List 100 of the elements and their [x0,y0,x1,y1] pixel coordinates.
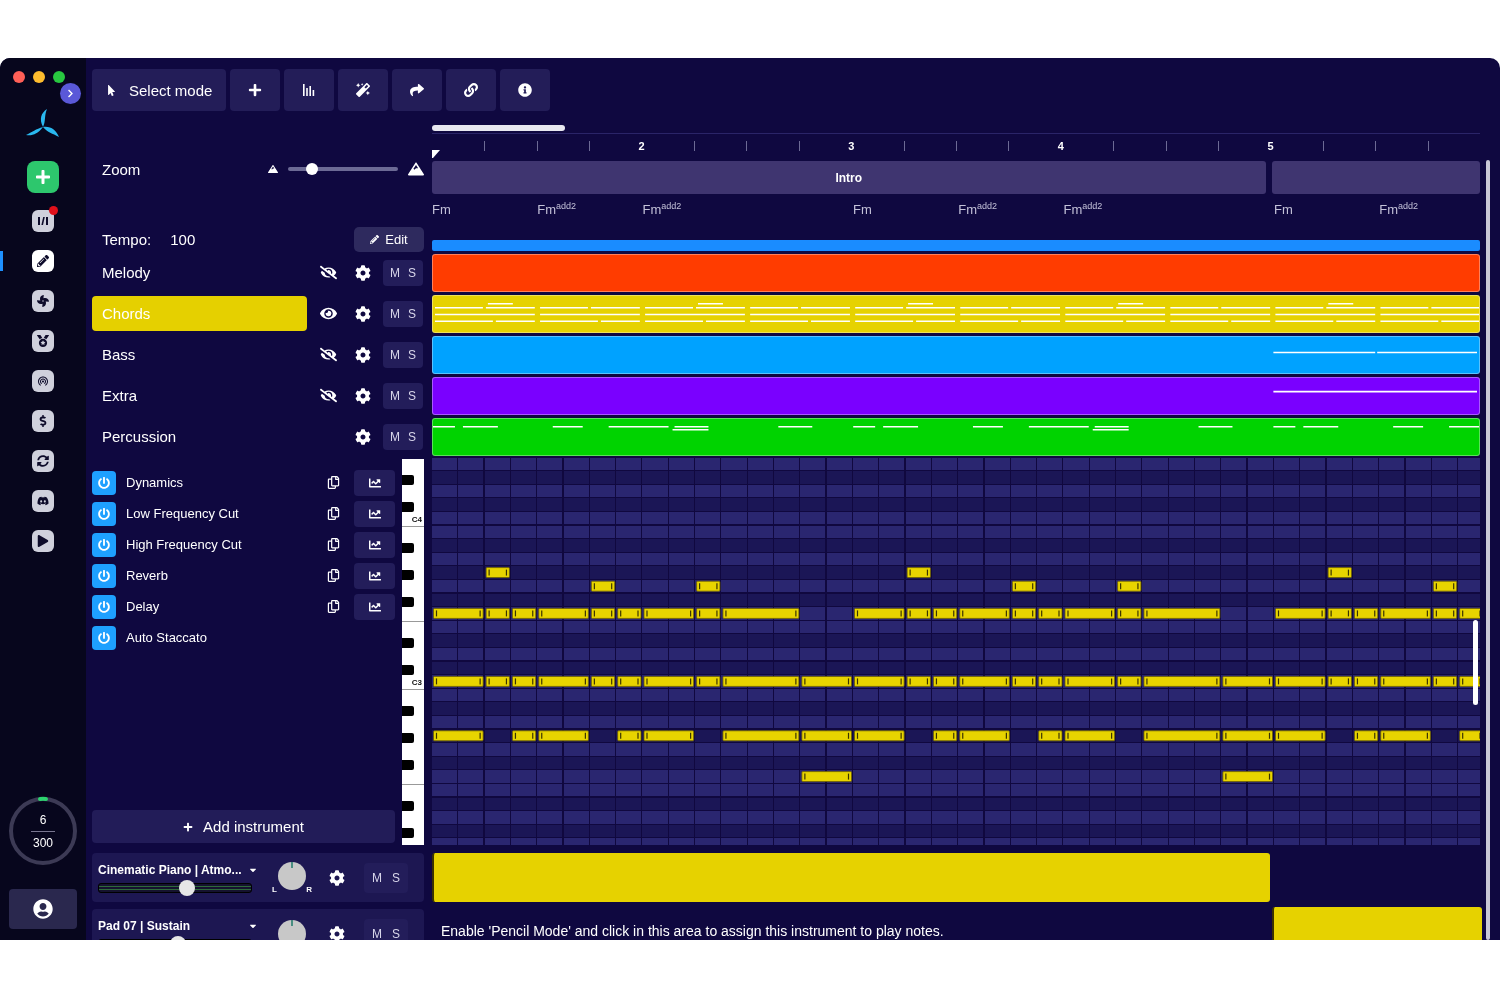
track-lane[interactable] [432,377,1480,415]
note-block[interactable] [1327,608,1352,619]
note-block[interactable] [801,730,852,742]
sidebar-button[interactable] [32,330,54,352]
note-block[interactable] [1327,676,1352,687]
note-block[interactable] [1433,580,1458,592]
sidebar-button[interactable] [32,370,54,392]
instrument-name[interactable]: Cinematic Piano | Atmo... [98,862,242,877]
mute-button[interactable]: M [390,306,400,321]
note-block[interactable] [1117,676,1142,687]
note-block[interactable] [1038,676,1063,687]
note-block[interactable] [1433,608,1458,619]
note-block[interactable] [538,676,589,687]
pan-knob[interactable] [277,918,307,940]
maximize-button[interactable] [53,71,65,83]
note-block[interactable] [512,730,537,742]
note-block[interactable] [1327,567,1352,578]
note-block[interactable] [1354,676,1379,687]
note-block[interactable] [1143,676,1221,687]
note-block[interactable] [538,730,589,742]
eye-slash-icon[interactable] [319,346,337,363]
note-block[interactable] [959,608,1010,619]
note-block[interactable] [512,676,537,687]
chord-label[interactable]: Fm$^{add2}$ [958,200,1064,218]
track-lane[interactable] [432,295,1480,333]
note-block[interactable] [722,730,800,742]
automation-button[interactable] [354,469,395,496]
piano-roll-grid[interactable] [432,457,1480,845]
toolbar-button[interactable] [338,69,389,111]
solo-button[interactable]: S [391,926,400,940]
chord-label[interactable]: Fm$^{add2}$ [642,200,853,218]
sidebar-button[interactable] [32,450,54,472]
instrument-clip[interactable] [432,853,1270,902]
sidebar-button[interactable] [32,250,54,272]
mountain-icon[interactable] [268,164,278,174]
chord-label[interactable]: Fm [1274,201,1380,217]
settings-icon[interactable] [329,925,345,940]
mute-button[interactable]: M [390,265,400,280]
note-block[interactable] [1275,730,1326,742]
power-button[interactable] [92,501,116,526]
instrument-clip[interactable] [1272,907,1482,940]
sidebar-button[interactable] [32,410,54,432]
power-button[interactable] [92,470,116,495]
toolbar-button[interactable] [230,69,281,111]
copy-icon[interactable] [327,569,340,582]
note-block[interactable] [933,676,958,687]
power-button[interactable] [92,532,116,557]
note-block[interactable] [1275,676,1326,687]
note-block[interactable] [801,676,852,687]
chord-label[interactable]: Fm$^{add2}$ [1063,200,1274,218]
mute-button[interactable]: M [390,347,400,362]
note-block[interactable] [643,608,695,619]
minimize-button[interactable] [33,71,45,83]
piano-key[interactable] [402,732,414,743]
settings-icon[interactable] [355,346,371,363]
settings-icon[interactable] [329,869,345,886]
note-block[interactable] [433,608,484,619]
note-block[interactable] [696,608,721,619]
solo-button[interactable]: S [407,429,416,444]
automation-button[interactable] [354,531,395,558]
track-lane[interactable] [432,336,1480,374]
track-name[interactable]: Percussion [92,419,307,454]
piano-key[interactable] [402,596,414,607]
solo-button[interactable]: S [407,265,416,280]
add-button[interactable] [27,161,59,193]
note-block[interactable] [617,608,642,619]
piano-key[interactable] [402,542,414,553]
track-lane[interactable] [432,254,1480,292]
note-block[interactable] [1433,676,1458,687]
power-button[interactable] [92,625,116,650]
chord-label[interactable]: Fm$^{add2}$ [1379,200,1480,218]
note-block[interactable] [1038,608,1063,619]
note-block[interactable] [1117,580,1142,592]
solo-button[interactable]: S [391,870,400,885]
copy-icon[interactable] [327,538,340,551]
volume-slider[interactable] [98,882,252,893]
vertical-scrollbar[interactable] [1473,620,1478,705]
note-block[interactable] [643,676,695,687]
note-block[interactable] [1380,676,1431,687]
piano-key[interactable] [402,664,414,675]
horizontal-scrollbar[interactable] [432,125,565,131]
note-block[interactable] [1012,676,1037,687]
note-block[interactable] [854,676,905,687]
track-name[interactable]: Melody [92,255,307,290]
note-block[interactable] [1222,676,1273,687]
track-name[interactable]: Extra [92,378,307,413]
pan-knob[interactable] [277,861,307,891]
solo-button[interactable]: S [407,388,416,403]
mute-button[interactable]: M [390,429,400,444]
note-block[interactable] [1459,730,1480,742]
note-block[interactable] [801,771,852,782]
note-block[interactable] [1143,608,1221,619]
power-button[interactable] [92,594,116,619]
piano-key[interactable] [402,501,414,512]
note-block[interactable] [617,676,642,687]
vertical-scrollbar[interactable] [1486,160,1490,940]
note-block[interactable] [1222,730,1273,742]
note-block[interactable] [1064,676,1116,687]
settings-icon[interactable] [355,428,371,445]
note-block[interactable] [696,676,721,687]
